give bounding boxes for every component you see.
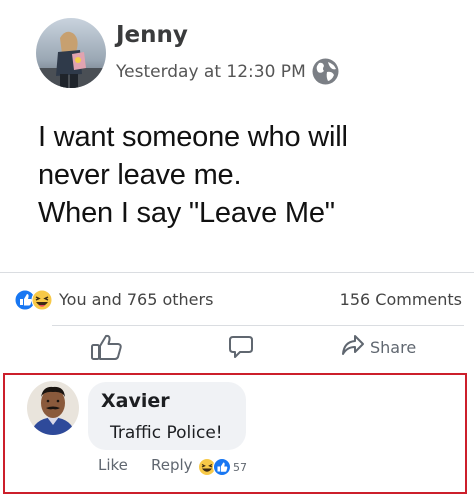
comments-count[interactable]: 156 Comments bbox=[340, 290, 462, 309]
post-text-line: I want someone who will bbox=[38, 121, 348, 153]
divider bbox=[52, 325, 464, 326]
share-icon bbox=[341, 334, 365, 360]
comment-reaction-icons[interactable] bbox=[198, 458, 232, 476]
comment-reaction-count[interactable]: 57 bbox=[233, 461, 247, 474]
post-text-line: When I say "Leave Me" bbox=[38, 197, 335, 229]
share-label: Share bbox=[370, 337, 417, 357]
post-text: I want someone who will never leave me. … bbox=[38, 118, 348, 232]
comment-reply-link[interactable]: Reply bbox=[151, 456, 193, 474]
comment-like-link[interactable]: Like bbox=[98, 456, 128, 474]
post-author-name[interactable]: Jenny bbox=[116, 22, 188, 48]
author-avatar[interactable] bbox=[36, 18, 106, 88]
share-button[interactable]: Share bbox=[341, 334, 416, 360]
post-timestamp[interactable]: Yesterday at 12:30 PM bbox=[116, 62, 306, 82]
globe-icon bbox=[311, 57, 340, 86]
reaction-icons[interactable] bbox=[14, 289, 56, 311]
post-text-line: never leave me. bbox=[38, 159, 242, 191]
commenter-name[interactable]: Xavier bbox=[101, 390, 170, 412]
divider bbox=[0, 272, 474, 273]
comment-icon bbox=[228, 334, 254, 364]
reactions-summary[interactable]: You and 765 others bbox=[59, 290, 213, 309]
comment-button[interactable] bbox=[228, 334, 254, 364]
like-button[interactable] bbox=[90, 333, 124, 365]
comment-text: Traffic Police! bbox=[110, 423, 223, 443]
commenter-avatar[interactable] bbox=[27, 381, 79, 435]
thumbs-up-icon bbox=[90, 333, 124, 365]
